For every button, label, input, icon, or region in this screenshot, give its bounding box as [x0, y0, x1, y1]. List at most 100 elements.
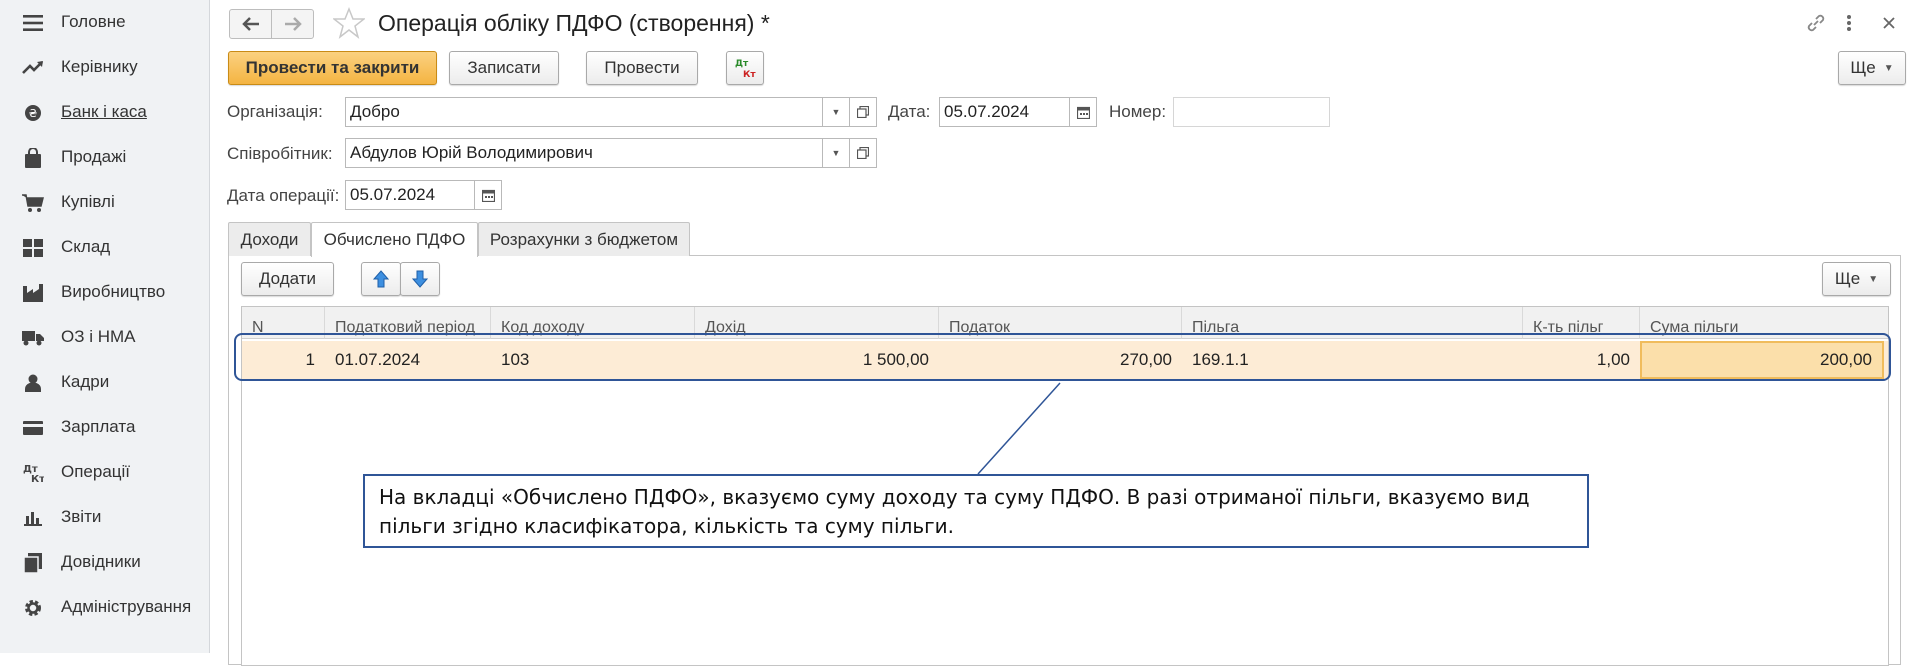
sidebar-item-label: Продажі — [61, 147, 127, 166]
open-window-icon — [857, 147, 869, 159]
svg-text:Дт: Дт — [735, 59, 749, 69]
cell-benefit-count[interactable]: 1,00 — [1523, 341, 1640, 379]
sidebar-item-label: Адміністрування — [61, 597, 192, 616]
factory-icon — [22, 283, 44, 303]
add-button[interactable]: Додати — [241, 262, 334, 296]
sidebar-item-warehouse[interactable]: Склад — [0, 227, 210, 267]
cell-benefit-amount[interactable]: 200,00 — [1640, 341, 1884, 379]
employee-input[interactable]: Абдулов Юрій Володимирович — [345, 138, 823, 168]
forward-button[interactable] — [271, 9, 314, 39]
chevron-down-icon: ▼ — [831, 107, 841, 117]
arrow-down-icon — [412, 270, 428, 288]
column-header-benefit[interactable]: Пільга — [1182, 307, 1523, 339]
sidebar-item-operations[interactable]: Дт Кт Операції — [0, 452, 210, 492]
post-button[interactable]: Провести — [586, 51, 698, 85]
sidebar-item-bank[interactable]: ₴ Банк і каса — [0, 92, 210, 132]
book-icon — [22, 553, 44, 573]
more-label: Ще — [1850, 58, 1876, 77]
column-header-tax[interactable]: Податок — [939, 307, 1182, 339]
arrow-left-icon — [241, 17, 259, 31]
star-icon[interactable] — [333, 7, 365, 39]
cell-tax[interactable]: 270,00 — [939, 341, 1182, 379]
back-button[interactable] — [229, 9, 272, 39]
post-and-close-button[interactable]: Провести та закрити — [228, 51, 437, 85]
sidebar-item-label: Склад — [61, 237, 111, 256]
number-label: Номер: — [1109, 102, 1167, 121]
move-up-button[interactable] — [361, 262, 401, 296]
column-header-benefit-amount[interactable]: Сума пільги — [1640, 307, 1888, 339]
move-down-button[interactable] — [400, 262, 440, 296]
annotation-callout: На вкладці «Обчислено ПДФО», вказуємо су… — [363, 474, 1589, 548]
trend-icon — [22, 58, 44, 78]
column-header-n[interactable]: N — [242, 307, 325, 339]
sidebar-item-manager[interactable]: Керівнику — [0, 47, 210, 87]
svg-text:Кт: Кт — [31, 474, 44, 483]
sidebar-item-label: Кадри — [61, 372, 110, 391]
save-button[interactable]: Записати — [449, 51, 559, 85]
card-icon — [22, 418, 44, 438]
more-button[interactable]: Ще ▼ — [1838, 51, 1906, 85]
employee-open-button[interactable] — [850, 138, 877, 168]
more-vertical-icon[interactable] — [1838, 12, 1860, 34]
cart-icon — [22, 193, 44, 213]
chevron-down-icon: ▼ — [1883, 62, 1894, 74]
cell-income-code[interactable]: 103 — [491, 341, 695, 379]
table-more-button[interactable]: Ще ▼ — [1822, 262, 1891, 296]
bag-icon — [22, 148, 44, 168]
sidebar-item-label: Головне — [61, 12, 126, 31]
sidebar-item-label: Керівнику — [61, 57, 138, 76]
sidebar-item-reports[interactable]: Звіти — [0, 497, 210, 537]
sidebar-item-hr[interactable]: Кадри — [0, 362, 210, 402]
sidebar-item-catalogs[interactable]: Довідники — [0, 542, 210, 582]
column-header-income[interactable]: Дохід — [695, 307, 939, 339]
operation-date-label: Дата операції: — [227, 186, 340, 205]
tab-calculated-pdfo[interactable]: Обчислено ПДФО — [311, 222, 478, 257]
person-icon — [22, 373, 44, 393]
dt-kt-icon: Дт Кт — [22, 463, 44, 483]
sidebar-item-purchases[interactable]: Купівлі — [0, 182, 210, 222]
bar-chart-icon — [22, 508, 44, 528]
close-icon[interactable] — [1878, 12, 1900, 34]
tab-budget-settlements[interactable]: Розрахунки з бюджетом — [478, 222, 690, 256]
column-header-period[interactable]: Податковий період — [325, 307, 491, 339]
link-icon[interactable] — [1805, 12, 1827, 34]
cell-income[interactable]: 1 500,00 — [695, 341, 939, 379]
dt-kt-button[interactable]: Дт Кт — [726, 51, 764, 85]
sidebar-item-label: Купівлі — [61, 192, 115, 211]
column-header-income-code[interactable]: Код доходу — [491, 307, 695, 339]
date-input[interactable]: 05.07.2024 — [939, 97, 1070, 127]
cell-benefit[interactable]: 169.1.1 — [1182, 341, 1523, 379]
operation-date-calendar-button[interactable] — [475, 180, 502, 210]
date-calendar-button[interactable] — [1070, 97, 1097, 127]
organization-dropdown-button[interactable]: ▼ — [823, 97, 850, 127]
page-title: Операція обліку ПДФО (створення) * — [378, 10, 770, 36]
number-input[interactable] — [1173, 97, 1330, 127]
sidebar-item-production[interactable]: Виробництво — [0, 272, 210, 312]
sidebar-item-fixed-assets[interactable]: ОЗ і НМА — [0, 317, 210, 357]
sidebar-item-sales[interactable]: Продажі — [0, 137, 210, 177]
sidebar-item-salary[interactable]: Зарплата — [0, 407, 210, 447]
sidebar-item-label: Звіти — [61, 507, 102, 526]
tab-income[interactable]: Доходи — [228, 222, 311, 256]
sidebar-item-home[interactable]: Головне — [0, 2, 210, 42]
table-row[interactable]: 1 01.07.2024 103 1 500,00 270,00 169.1.1… — [242, 341, 1888, 379]
column-header-benefit-count[interactable]: К-ть пільг — [1523, 307, 1640, 339]
cell-n[interactable]: 1 — [242, 341, 325, 379]
sidebar-item-label: Банк і каса — [61, 102, 147, 121]
more-label: Ще — [1834, 269, 1861, 288]
cell-period[interactable]: 01.07.2024 — [325, 341, 491, 379]
truck-icon — [22, 328, 44, 348]
chevron-down-icon: ▼ — [831, 148, 841, 158]
sidebar-item-label: Операції — [61, 462, 131, 481]
employee-label: Співробітник: — [227, 144, 333, 163]
svg-text:₴: ₴ — [29, 107, 38, 120]
sidebar-item-admin[interactable]: Адміністрування — [0, 587, 210, 627]
grid-icon — [22, 238, 44, 258]
operation-date-input[interactable]: 05.07.2024 — [345, 180, 475, 210]
sidebar-item-label: Зарплата — [61, 417, 136, 436]
organization-open-button[interactable] — [850, 97, 877, 127]
employee-dropdown-button[interactable]: ▼ — [823, 138, 850, 168]
menu-icon — [22, 13, 44, 33]
open-window-icon — [857, 106, 869, 118]
organization-input[interactable]: Добро — [345, 97, 823, 127]
